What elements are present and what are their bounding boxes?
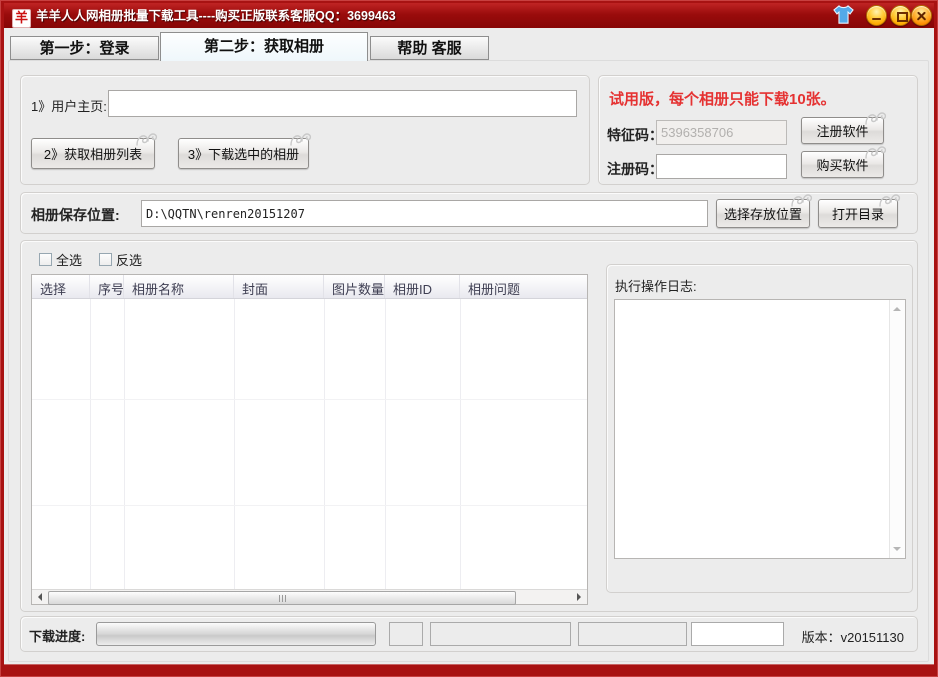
feature-code-label: 特征码：: [607, 125, 663, 145]
homepage-label: 1》用户主页:: [31, 96, 107, 115]
status-box-4: [691, 622, 784, 646]
tab-step1-login[interactable]: 第一步：登录: [10, 36, 159, 60]
scroll-left-arrow[interactable]: [32, 590, 46, 604]
log-textarea[interactable]: [614, 299, 906, 559]
reg-code-input[interactable]: [656, 154, 787, 179]
album-table: 选择 序号 相册名称 封面 图片数量 相册ID 相册问题: [31, 274, 588, 605]
buy-software-button[interactable]: 购买软件: [801, 151, 884, 178]
app-window: 羊 羊羊人人网相册批量下载工具----购买正版联系客服QQ：3699463 第一…: [0, 0, 938, 677]
column-header-album-id[interactable]: 相册ID: [385, 275, 460, 298]
download-selected-button[interactable]: 3》下载选中的相册: [178, 138, 309, 169]
save-path-input[interactable]: [141, 200, 708, 227]
choose-location-button[interactable]: 选择存放位置: [716, 199, 810, 228]
download-progress-bar: [96, 622, 376, 646]
feature-code-field: [656, 120, 787, 145]
maximize-button[interactable]: [890, 5, 911, 26]
shirt-icon: [832, 5, 855, 25]
column-header-album-name[interactable]: 相册名称: [124, 275, 234, 298]
column-header-index[interactable]: 序号: [90, 275, 124, 298]
maximize-icon: [897, 12, 908, 22]
column-header-cover[interactable]: 封面: [234, 275, 324, 298]
arrow-right-icon: [577, 593, 585, 601]
flourish-icon: [135, 132, 159, 147]
skin-theme-button[interactable]: [832, 5, 855, 25]
homepage-input[interactable]: [108, 90, 577, 117]
log-group: 执行操作日志:: [606, 264, 913, 593]
status-box-1: [389, 622, 423, 646]
close-button[interactable]: [911, 5, 932, 26]
select-all-label: 全选: [56, 250, 82, 269]
title-bar[interactable]: 羊 羊羊人人网相册批量下载工具----购买正版联系客服QQ：3699463: [4, 3, 934, 28]
select-all-checkbox[interactable]: 全选: [39, 250, 82, 269]
invert-selection-label: 反选: [116, 250, 142, 269]
log-label: 执行操作日志:: [615, 276, 697, 295]
album-table-body: [32, 299, 587, 591]
invert-selection-checkbox[interactable]: 反选: [99, 250, 142, 269]
flourish-icon: [790, 193, 814, 208]
app-icon: 羊: [12, 9, 31, 28]
album-table-header: 选择 序号 相册名称 封面 图片数量 相册ID 相册问题: [32, 275, 587, 299]
download-progress-label: 下载进度:: [29, 626, 85, 645]
save-location-group: 相册保存位置: 选择存放位置 打开目录: [20, 192, 918, 234]
trial-notice: 试用版，每个相册只能下载10张。: [609, 88, 836, 109]
column-header-album-question[interactable]: 相册问题: [460, 275, 587, 298]
reg-code-label: 注册码：: [607, 159, 663, 179]
scrollbar-thumb[interactable]: [48, 591, 516, 605]
checkbox-icon: [99, 253, 112, 266]
arrow-left-icon: [34, 593, 42, 601]
minimize-button[interactable]: [866, 5, 887, 26]
version-label: 版本：v20151130: [802, 627, 904, 646]
column-header-photo-count[interactable]: 图片数量: [324, 275, 385, 298]
scroll-down-icon[interactable]: [893, 547, 901, 555]
registration-group: 试用版，每个相册只能下载10张。 特征码： 注册软件 注册码： 购买软件: [598, 75, 918, 185]
get-album-list-button[interactable]: 2》获取相册列表: [31, 138, 155, 169]
scroll-right-arrow[interactable]: [573, 590, 587, 604]
status-box-3: [578, 622, 687, 646]
checkbox-icon: [39, 253, 52, 266]
tab-step2-get-albums[interactable]: 第二步：获取相册: [160, 32, 368, 61]
minimize-icon: [872, 18, 881, 20]
album-area-group: 全选 反选 选择 序号 相册名称 封面 图片数量 相册ID 相册问题: [20, 240, 918, 612]
status-bar-group: 下载进度: 版本：v20151130: [20, 616, 918, 652]
window-title: 羊羊人人网相册批量下载工具----购买正版联系客服QQ：3699463: [36, 3, 396, 28]
flourish-icon: [878, 193, 902, 208]
flourish-icon: [289, 132, 313, 147]
status-box-2: [430, 622, 571, 646]
open-directory-button[interactable]: 打开目录: [818, 199, 898, 228]
save-location-label: 相册保存位置:: [31, 205, 120, 225]
scroll-up-icon[interactable]: [893, 303, 901, 311]
column-header-select[interactable]: 选择: [32, 275, 90, 298]
log-vertical-scrollbar[interactable]: [889, 300, 905, 558]
user-homepage-group: 1》用户主页: 2》获取相册列表 3》下载选中的相册: [20, 75, 590, 185]
horizontal-scrollbar[interactable]: [32, 589, 587, 604]
register-software-button[interactable]: 注册软件: [801, 117, 884, 144]
tab-help-support[interactable]: 帮助 客服: [370, 36, 489, 60]
